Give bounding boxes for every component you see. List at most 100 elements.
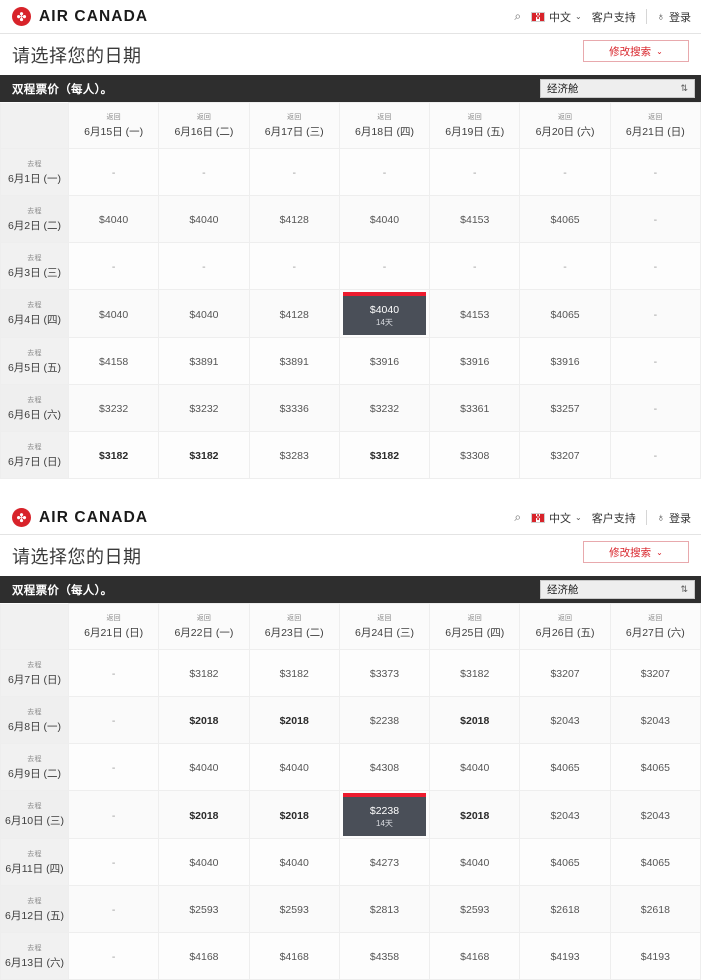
fare-cell[interactable]: $4193 [609, 932, 701, 980]
login-link[interactable]: ♁ 登录 [657, 510, 691, 526]
fare-cell[interactable]: $3232 [67, 384, 160, 432]
fare-cell[interactable]: $4168 [248, 932, 340, 980]
fare-cell[interactable]: $3257 [519, 384, 611, 432]
fare-cell[interactable]: $2593 [248, 885, 340, 933]
fare-cell[interactable]: $4158 [67, 337, 160, 385]
return-date-header[interactable]: 返回 6月23日 (二) [248, 603, 340, 650]
depart-date-header[interactable]: 去程 6月11日 (四) [0, 838, 69, 886]
return-date-header[interactable]: 返回 6月21日 (日) [67, 603, 160, 650]
fare-cell[interactable]: $4153 [429, 289, 521, 338]
fare-cell[interactable]: $4040 [338, 195, 431, 243]
fare-cell-selected[interactable]: $2238 14天 [338, 790, 431, 839]
fare-cell[interactable]: $4128 [248, 289, 340, 338]
fare-cell[interactable]: $4040 [158, 838, 250, 886]
depart-date-header[interactable]: 去程 6月5日 (五) [0, 337, 69, 385]
fare-cell[interactable]: $3916 [519, 337, 611, 385]
fare-cell[interactable]: $4065 [609, 743, 701, 791]
fare-cell-selected[interactable]: $4040 14天 [338, 289, 431, 338]
brand-logo[interactable]: AIR CANADA [12, 7, 148, 26]
fare-cell[interactable]: $3916 [429, 337, 521, 385]
fare-cell[interactable]: $2043 [519, 790, 611, 839]
depart-date-header[interactable]: 去程 6月7日 (日) [0, 431, 69, 479]
fare-cell[interactable]: $2018 [158, 696, 250, 744]
fare-cell[interactable]: $4040 [248, 838, 340, 886]
return-date-header[interactable]: 返回 6月24日 (三) [338, 603, 431, 650]
fare-cell[interactable]: $3182 [67, 431, 160, 479]
modify-search-button[interactable]: 修改搜索 ⌄ [583, 40, 689, 62]
return-date-header[interactable]: 返回 6月21日 (日) [609, 102, 701, 149]
fare-cell[interactable]: $4065 [519, 195, 611, 243]
fare-cell[interactable]: $4040 [67, 195, 160, 243]
fare-cell[interactable]: $3232 [158, 384, 250, 432]
fare-cell[interactable]: $2018 [429, 790, 521, 839]
return-date-header[interactable]: 返回 6月15日 (一) [67, 102, 160, 149]
fare-cell[interactable]: $4040 [158, 743, 250, 791]
depart-date-header[interactable]: 去程 6月6日 (六) [0, 384, 69, 432]
depart-date-header[interactable]: 去程 6月1日 (一) [0, 148, 69, 196]
fare-cell[interactable]: $3891 [248, 337, 340, 385]
search-icon[interactable]: ⌕ [514, 9, 521, 24]
fare-cell[interactable]: $3336 [248, 384, 340, 432]
fare-cell[interactable]: $2618 [609, 885, 701, 933]
fare-cell[interactable]: $3182 [158, 431, 250, 479]
depart-date-header[interactable]: 去程 6月2日 (二) [0, 195, 69, 243]
depart-date-header[interactable]: 去程 6月9日 (二) [0, 743, 69, 791]
fare-cell[interactable]: $4040 [158, 195, 250, 243]
depart-date-header[interactable]: 去程 6月13日 (六) [0, 932, 69, 980]
fare-cell[interactable]: $3207 [519, 649, 611, 697]
modify-search-button[interactable]: 修改搜索 ⌄ [583, 541, 689, 563]
return-date-header[interactable]: 返回 6月25日 (四) [429, 603, 521, 650]
fare-cell[interactable]: $3891 [158, 337, 250, 385]
fare-cell[interactable]: $4065 [519, 289, 611, 338]
return-date-header[interactable]: 返回 6月17日 (三) [248, 102, 340, 149]
fare-cell[interactable]: $3182 [338, 431, 431, 479]
fare-cell[interactable]: $3207 [519, 431, 611, 479]
fare-cell[interactable]: $4040 [429, 743, 521, 791]
fare-cell[interactable]: $2618 [519, 885, 611, 933]
fare-cell[interactable]: $4065 [609, 838, 701, 886]
fare-cell[interactable]: $2593 [158, 885, 250, 933]
fare-cell[interactable]: $2593 [429, 885, 521, 933]
customer-support-link[interactable]: 客户支持 [592, 9, 636, 25]
fare-cell[interactable]: $2813 [338, 885, 431, 933]
depart-date-header[interactable]: 去程 6月7日 (日) [0, 649, 69, 697]
customer-support-link[interactable]: 客户支持 [592, 510, 636, 526]
cabin-class-select[interactable]: 经济舱 ⇅ [540, 79, 695, 98]
return-date-header[interactable]: 返回 6月27日 (六) [609, 603, 701, 650]
fare-cell[interactable]: $3232 [338, 384, 431, 432]
return-date-header[interactable]: 返回 6月20日 (六) [519, 102, 611, 149]
selected-fare-box[interactable]: $4040 14天 [342, 292, 427, 335]
depart-date-header[interactable]: 去程 6月4日 (四) [0, 289, 69, 338]
fare-cell[interactable]: $2043 [519, 696, 611, 744]
return-date-header[interactable]: 返回 6月16日 (二) [158, 102, 250, 149]
fare-cell[interactable]: $2018 [158, 790, 250, 839]
fare-cell[interactable]: $2238 [338, 696, 431, 744]
fare-cell[interactable]: $4273 [338, 838, 431, 886]
depart-date-header[interactable]: 去程 6月12日 (五) [0, 885, 69, 933]
fare-cell[interactable]: $4358 [338, 932, 431, 980]
depart-date-header[interactable]: 去程 6月3日 (三) [0, 242, 69, 290]
fare-cell[interactable]: $3308 [429, 431, 521, 479]
fare-cell[interactable]: $3373 [338, 649, 431, 697]
return-date-header[interactable]: 返回 6月18日 (四) [338, 102, 431, 149]
language-selector[interactable]: ✤ 中文 ⌄ [531, 510, 582, 526]
fare-cell[interactable]: $4040 [67, 289, 160, 338]
fare-cell[interactable]: $3207 [609, 649, 701, 697]
fare-cell[interactable]: $3283 [248, 431, 340, 479]
return-date-header[interactable]: 返回 6月19日 (五) [429, 102, 521, 149]
fare-cell[interactable]: $4065 [519, 743, 611, 791]
search-icon[interactable]: ⌕ [514, 510, 521, 525]
fare-cell[interactable]: $3182 [248, 649, 340, 697]
fare-cell[interactable]: $2018 [429, 696, 521, 744]
fare-cell[interactable]: $4308 [338, 743, 431, 791]
fare-cell[interactable]: $2018 [248, 696, 340, 744]
fare-cell[interactable]: $4040 [248, 743, 340, 791]
brand-logo[interactable]: AIR CANADA [12, 508, 148, 527]
fare-cell[interactable]: $4153 [429, 195, 521, 243]
fare-cell[interactable]: $2018 [248, 790, 340, 839]
return-date-header[interactable]: 返回 6月26日 (五) [519, 603, 611, 650]
fare-cell[interactable]: $4065 [519, 838, 611, 886]
fare-cell[interactable]: $3182 [158, 649, 250, 697]
return-date-header[interactable]: 返回 6月22日 (一) [158, 603, 250, 650]
fare-cell[interactable]: $4040 [429, 838, 521, 886]
